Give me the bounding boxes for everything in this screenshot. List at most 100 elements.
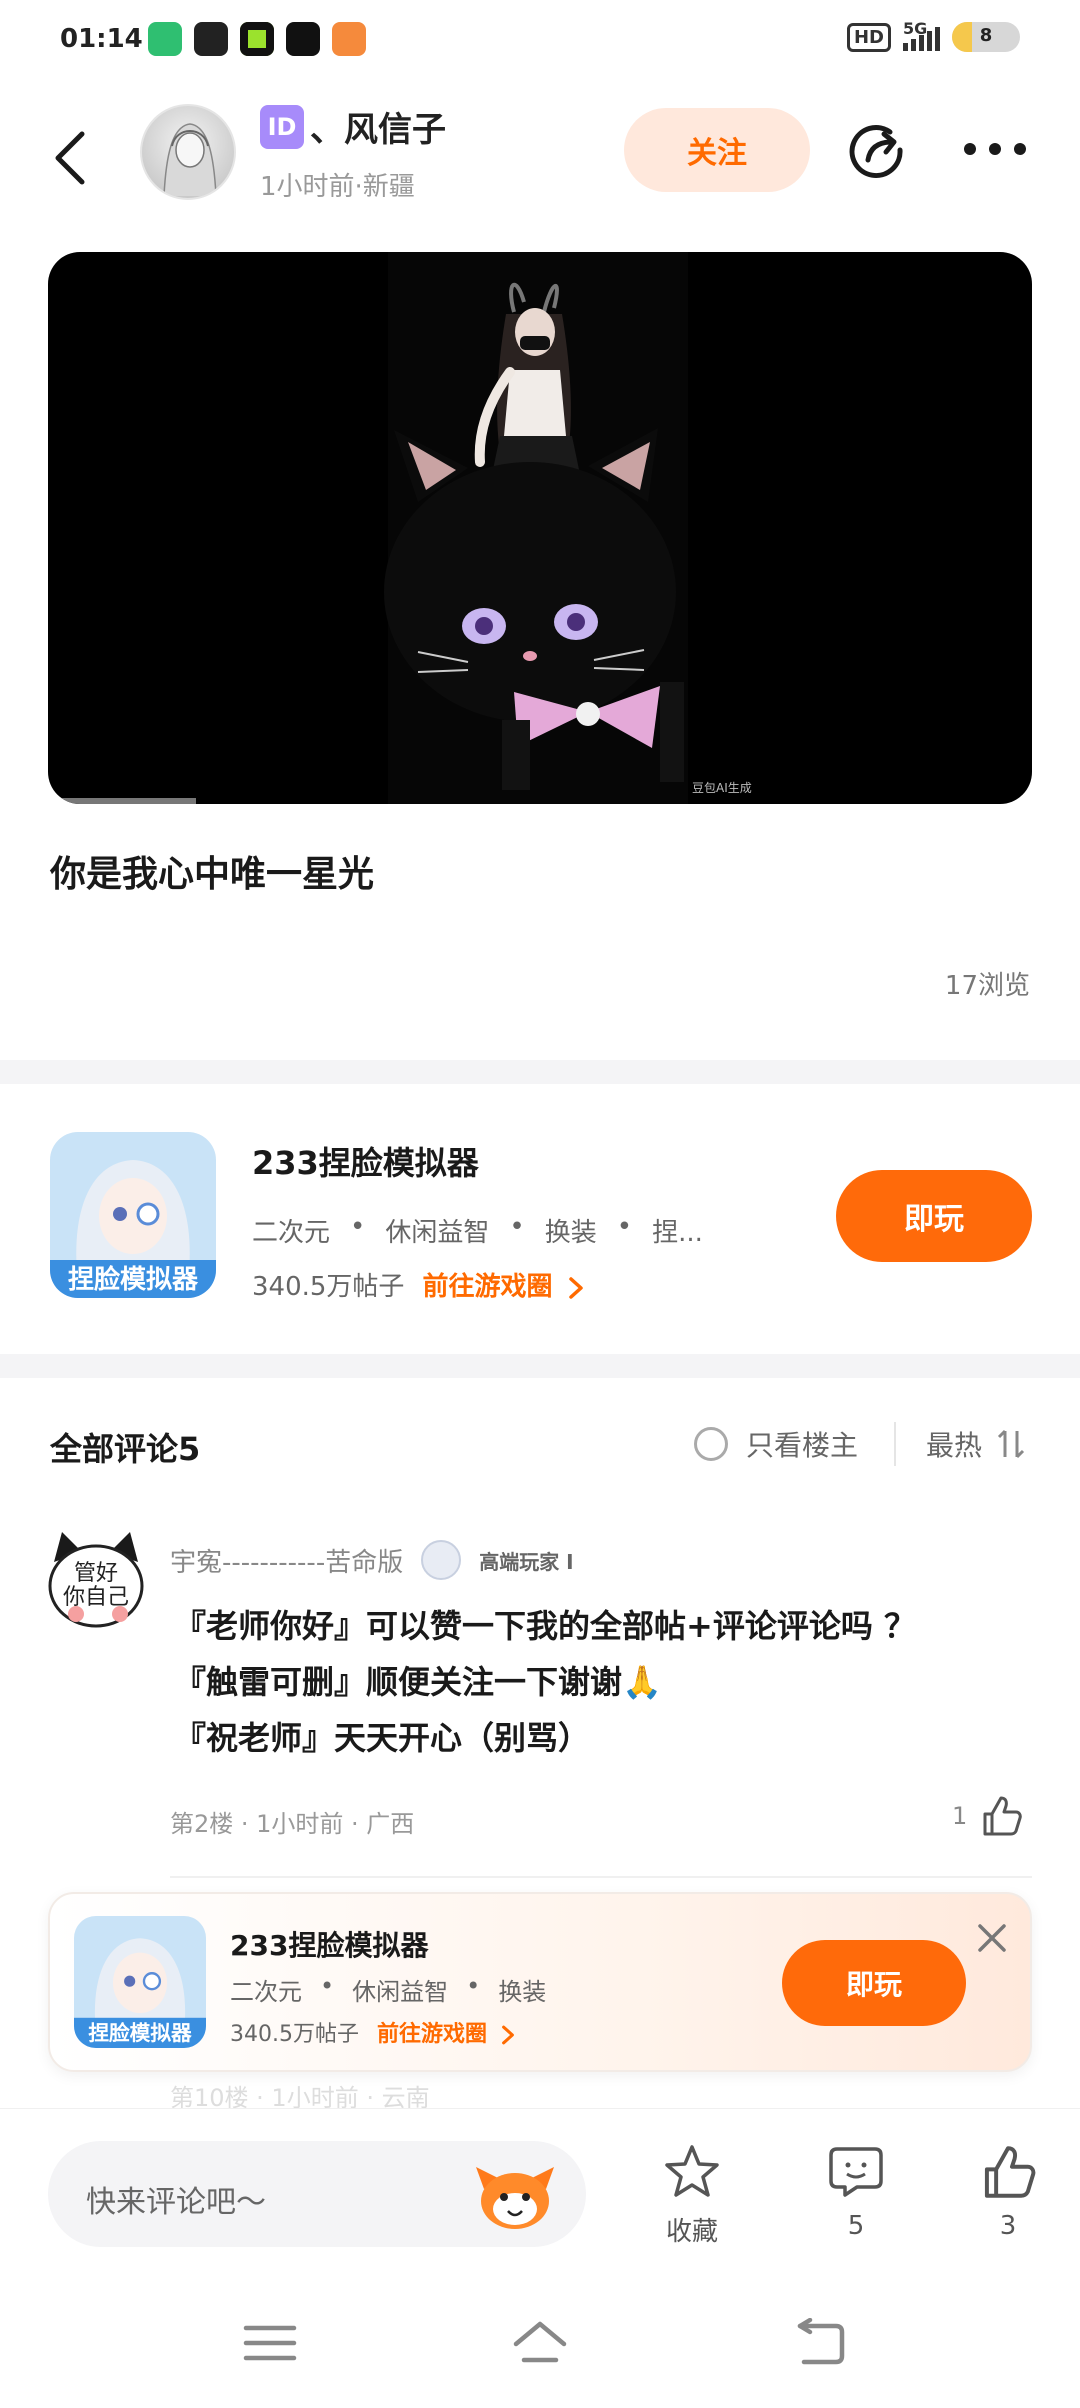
status-time: 01:14: [60, 24, 143, 54]
video-frame: [384, 252, 688, 804]
app-notification-icon: [286, 22, 320, 56]
game-icon[interactable]: 捏脸模拟器: [50, 1132, 216, 1298]
mascot-icon: [476, 2167, 554, 2229]
game-tag: 二次元: [230, 1978, 302, 2006]
author-name-row[interactable]: ID 、风信子: [260, 102, 446, 151]
comment-input-placeholder[interactable]: 快来评论吧～: [86, 2177, 266, 2221]
comment-bubble-icon[interactable]: [827, 2143, 885, 2201]
like-count: 3: [999, 2211, 1017, 2241]
svg-text:捏脸模拟器: 捏脸模拟器: [68, 1264, 199, 1295]
favorite-button[interactable]: 收藏: [642, 2143, 742, 2248]
tag-separator: •: [350, 1212, 366, 1242]
comment-line: 『祝老师』天天开心（别骂）: [174, 1719, 591, 1757]
author-name[interactable]: 、风信子: [310, 102, 446, 151]
comment-button[interactable]: 5: [806, 2143, 906, 2241]
post-header: ID 、风信子 1小时前·新疆 关注: [0, 90, 1080, 210]
bottom-action-bar: 快来评论吧～ 收藏 5 3: [0, 2108, 1080, 2278]
share-icon[interactable]: [846, 120, 906, 180]
follow-button[interactable]: 关注: [624, 108, 810, 192]
view-count: 17浏览: [944, 971, 1030, 1001]
hd-icon: HD: [846, 22, 891, 52]
status-right: HD 5G 8: [846, 19, 1020, 52]
game-title[interactable]: 233捏脸模拟器: [252, 1138, 479, 1184]
status-notification-icons: [148, 22, 366, 56]
app-notification-icon: [240, 22, 274, 56]
svg-text:捏脸模拟器: 捏脸模拟器: [88, 2021, 192, 2045]
game-tag: 二次元: [252, 1218, 331, 1248]
comment-item[interactable]: 管好 你自己 宇寃-----------苦命版 高端玩家 I 『老师你好』可以赞…: [0, 1508, 1080, 1848]
close-icon[interactable]: [974, 1920, 1010, 1956]
back-nav-icon[interactable]: [790, 2318, 850, 2368]
comment-input[interactable]: 快来评论吧～: [48, 2141, 586, 2247]
game-tag: 捏...: [652, 1218, 703, 1248]
game-post-count: 340.5万帖子: [252, 1272, 405, 1302]
battery-level: 8: [979, 25, 993, 46]
game-circle-link[interactable]: 前往游戏圈: [377, 2016, 515, 2048]
menu-icon[interactable]: [240, 2318, 300, 2368]
back-arrow-icon[interactable]: [50, 128, 90, 188]
banner-play-now-button[interactable]: 即玩: [782, 1940, 966, 2026]
section-divider: [0, 1060, 1080, 1084]
post-meta: 1小时前·新疆: [260, 172, 415, 202]
game-post-count: 340.5万帖子: [230, 2022, 359, 2047]
like-button[interactable]: 3: [958, 2143, 1058, 2241]
video-watermark: 豆包AI生成: [692, 781, 752, 795]
player-badge-icon: [421, 1540, 462, 1580]
game-tag: 换装: [498, 1978, 547, 2006]
thumbs-up-icon[interactable]: [979, 2143, 1037, 2201]
author-avatar[interactable]: [140, 104, 236, 200]
video-progress-bar[interactable]: [48, 798, 196, 804]
sort-label[interactable]: 最热: [926, 1424, 982, 1464]
network-type: 5G: [903, 19, 928, 38]
commenter-name[interactable]: 宇寃-----------苦命版: [170, 1542, 403, 1579]
comment-like-count: 1: [952, 1802, 968, 1830]
play-now-button[interactable]: 即玩: [836, 1170, 1032, 1262]
game-tag: 休闲益智: [385, 1218, 490, 1248]
game-tag: 换装: [544, 1218, 597, 1248]
game-stats: 340.5万帖子 前往游戏圈: [252, 1266, 584, 1303]
comment-body: 『老师你好』可以赞一下我的全部帖+评论评论吗 ？ 『触雷可删』顺便关注一下谢谢🙏…: [174, 1598, 916, 1766]
game-tags: 二次元 • 休闲益智 • 换装 • 捏...: [252, 1212, 703, 1249]
commenter-avatar[interactable]: 管好 你自己: [36, 1522, 156, 1642]
battery-icon: 8: [952, 22, 1020, 52]
game-tag: 休闲益智: [352, 1978, 449, 2006]
tag-separator: •: [616, 1212, 633, 1242]
chevron-right-icon: [568, 1276, 583, 1299]
game-circle-link[interactable]: 前往游戏圈: [422, 1266, 583, 1303]
player-badge-label: 高端玩家 I: [479, 1549, 574, 1574]
game-icon[interactable]: 捏脸模拟器: [74, 1916, 206, 2048]
comment-count: 5: [847, 2211, 865, 2241]
thumbs-up-icon[interactable]: [979, 1794, 1023, 1838]
app-notification-icon: [148, 22, 182, 56]
comment-line: 『老师你好』可以赞一下我的全部帖+评论评论吗 ？: [174, 1607, 916, 1645]
tag-separator: •: [509, 1212, 525, 1242]
commenter-name-row: 宇寃-----------苦命版 高端玩家 I: [170, 1540, 574, 1580]
more-options-icon[interactable]: [960, 134, 1030, 164]
radio-icon[interactable]: [694, 1427, 728, 1461]
game-card[interactable]: 捏脸模拟器 233捏脸模拟器 二次元 • 休闲益智 • 换装 • 捏... 34…: [0, 1110, 1080, 1350]
svg-text:你自己: 你自己: [63, 1585, 129, 1610]
tag-separator: •: [320, 1972, 335, 2000]
post-title: 你是我心中唯一星光: [50, 854, 375, 895]
star-icon[interactable]: [663, 2143, 721, 2201]
chevron-right-icon: [501, 2025, 514, 2045]
svg-text:管好: 管好: [74, 1561, 118, 1586]
sort-toggle[interactable]: 最热: [926, 1424, 1026, 1464]
home-icon[interactable]: [510, 2318, 570, 2368]
comment-like-button[interactable]: 1: [952, 1794, 1023, 1838]
section-divider: [0, 1354, 1080, 1378]
tiktok-icon: [194, 22, 228, 56]
video-player[interactable]: 豆包AI生成: [48, 252, 1032, 804]
status-bar: 01:14 HD 5G 8: [0, 0, 1080, 80]
sort-icon[interactable]: [996, 1427, 1026, 1461]
banner-game-title[interactable]: 233捏脸模拟器: [230, 1924, 428, 1964]
floating-game-banner[interactable]: 捏脸模拟器 233捏脸模拟器 二次元 • 休闲益智 • 换装 340.5万帖子 …: [48, 1892, 1032, 2072]
signal-icon: 5G: [903, 19, 940, 51]
separator: [894, 1422, 896, 1466]
only-op-label[interactable]: 只看楼主: [746, 1424, 858, 1464]
banner-game-tags: 二次元 • 休闲益智 • 换装: [230, 1972, 546, 2007]
id-badge-icon: ID: [260, 104, 304, 149]
only-op-toggle[interactable]: 只看楼主: [694, 1424, 858, 1464]
system-nav-bar: [0, 2278, 1080, 2408]
app-notification-icon: [332, 22, 366, 56]
